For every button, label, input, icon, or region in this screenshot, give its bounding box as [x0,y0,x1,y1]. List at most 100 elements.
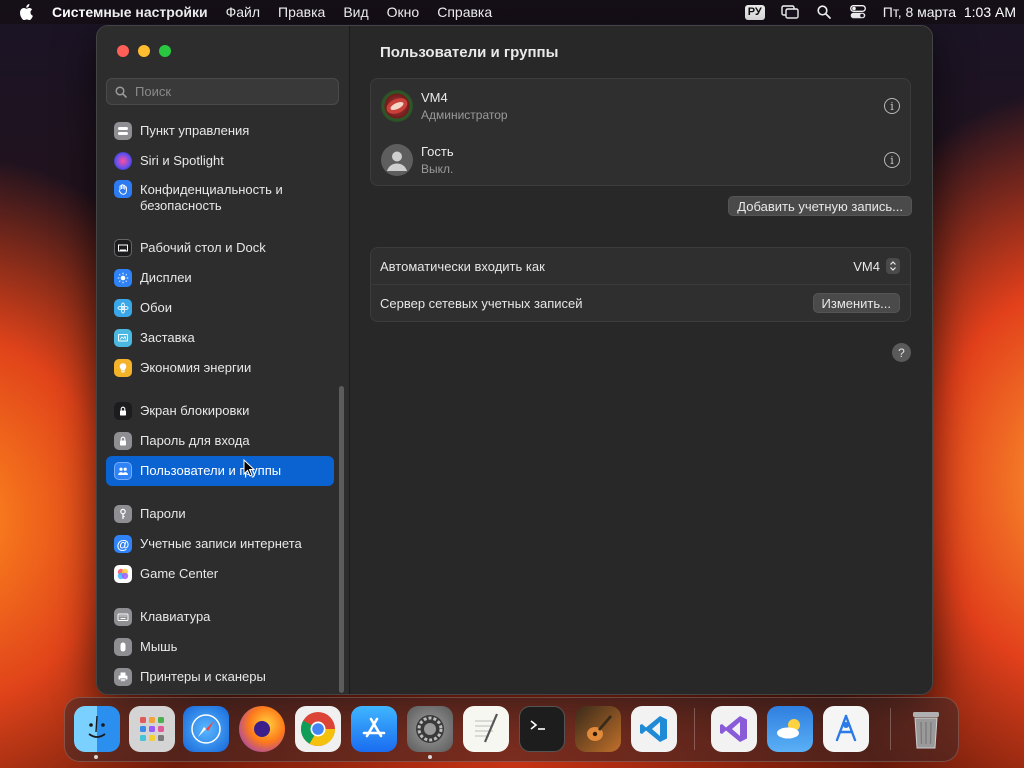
menu-file[interactable]: Файл [226,4,260,20]
system-settings-icon[interactable] [407,706,453,752]
menu-bar: Системные настройки Файл Правка Вид Окно… [0,0,1024,24]
control-center-icon [114,122,132,140]
lock-screen-icon [114,402,132,420]
sidebar-item-login-password[interactable]: Пароль для входа [106,426,334,456]
menu-view[interactable]: Вид [343,4,368,20]
menu-edit[interactable]: Правка [278,4,325,20]
menu-app-name[interactable]: Системные настройки [52,4,208,20]
sidebar-item-internet-accounts[interactable]: @ Учетные записи интернета [106,529,334,559]
sidebar-item-users-groups[interactable]: Пользователи и группы [106,456,334,486]
user-role: Выкл. [421,162,454,176]
info-icon[interactable]: i [884,98,900,114]
add-account-button[interactable]: Добавить учетную запись... [728,196,912,216]
printer-icon [114,668,132,686]
window-controls [117,45,171,57]
screensaver-icon [114,329,132,347]
sidebar-item-label: Мышь [140,639,178,654]
sidebar-item-label: Пароль для входа [140,433,250,448]
network-server-label: Сервер сетевых учетных записей [380,295,583,311]
help-button[interactable]: ? [892,343,911,362]
launchpad-icon[interactable] [129,706,175,752]
running-indicator [428,755,432,759]
avatar [381,90,413,122]
sidebar-item-printers[interactable]: Принтеры и сканеры [106,662,334,692]
dock [64,697,959,762]
firefox-icon[interactable] [239,706,285,752]
sidebar-item-control-center[interactable]: Пункт управления [106,116,334,146]
sidebar-item-mouse[interactable]: Мышь [106,632,334,662]
sidebar-item-wallpaper[interactable]: Обои [106,293,334,323]
sidebar-item-energy[interactable]: Экономия энергии [106,353,334,383]
app-store-icon[interactable] [351,706,397,752]
user-row-guest[interactable]: Гость Выкл. i [371,133,910,187]
sidebar-item-screensaver[interactable]: Заставка [106,323,334,353]
apple-menu-icon[interactable] [18,4,34,20]
sidebar-item-label: Game Center [140,566,219,581]
sidebar-item-siri[interactable]: Siri и Spotlight [106,146,334,176]
search-icon [115,85,127,98]
control-center-icon[interactable] [849,5,867,19]
trash-icon[interactable] [903,706,949,752]
sidebar-item-displays[interactable]: Дисплеи [106,263,334,293]
safari-icon[interactable] [183,706,229,752]
display-icon [114,269,132,287]
running-indicator [94,755,98,759]
sidebar-item-label: Заставка [140,330,195,345]
privacy-hand-icon [114,180,132,198]
sidebar-item-game-center[interactable]: Game Center [106,559,334,589]
input-source-badge[interactable]: РУ [744,4,765,20]
sidebar-item-privacy[interactable]: Конфиденциальность и безопасность [106,176,334,220]
sidebar-item-lock-screen[interactable]: Экран блокировки [106,396,334,426]
sidebar-item-label: Пароли [140,506,186,521]
screen-mirroring-icon[interactable] [781,5,799,19]
minimize-window-button[interactable] [138,45,150,57]
sidebar-item-label: Обои [140,300,173,315]
system-settings-window: Пункт управления Siri и Spotlight Конфид… [96,25,933,695]
sidebar-divider [106,589,334,602]
menubar-clock[interactable]: Пт, 8 марта 1:03 AM [883,4,1016,20]
sidebar-item-label: Принтеры и сканеры [140,669,266,684]
sidebar-scrollbar[interactable] [339,386,344,693]
menu-window[interactable]: Окно [387,4,420,20]
user-role: Администратор [421,108,508,122]
search-input[interactable] [133,83,327,100]
menu-help[interactable]: Справка [437,4,492,20]
sidebar-item-keyboard[interactable]: Клавиатура [106,602,334,632]
users-groups-icon [114,462,132,480]
garageband-icon[interactable] [575,706,621,752]
sidebar-item-label: Пункт управления [140,123,250,138]
page-title: Пользователи и группы [380,44,559,61]
sidebar-search[interactable] [106,78,339,105]
dock-separator [694,708,695,750]
vscode-icon[interactable] [631,706,677,752]
avatar [381,144,413,176]
sidebar-item-label: Пользователи и группы [140,463,282,478]
dock-separator [890,708,891,750]
visual-studio-icon[interactable] [711,706,757,752]
sidebar-item-label: Дисплеи [140,270,192,285]
sidebar-divider [106,383,334,396]
instruments-icon[interactable] [823,706,869,752]
close-window-button[interactable] [117,45,129,57]
desktop-dock-icon [114,239,132,257]
finder-icon[interactable] [74,706,120,752]
terminal-icon[interactable] [519,706,565,752]
mouse-icon [114,638,132,656]
sidebar-item-label: Учетные записи интернета [140,536,302,551]
sidebar-item-desktop-dock[interactable]: Рабочий стол и Dock [106,233,334,263]
siri-icon [114,152,132,170]
spotlight-search-icon[interactable] [815,5,833,19]
sidebar-item-passwords[interactable]: Пароли [106,499,334,529]
auto-login-popup[interactable]: VM4 [853,258,900,274]
edit-button[interactable]: Изменить... [812,293,900,313]
user-row-vm4[interactable]: VM4 Администратор i [371,79,910,133]
zoom-window-button[interactable] [159,45,171,57]
chrome-icon[interactable] [295,706,341,752]
login-settings: Автоматически входить как VM4 Сервер сет… [370,247,911,322]
weather-icon[interactable] [767,706,813,752]
textedit-icon[interactable] [463,706,509,752]
sidebar-divider [106,486,334,499]
info-icon[interactable]: i [884,152,900,168]
mouse-cursor-icon [243,458,256,482]
auto-login-row: Автоматически входить как VM4 [371,248,910,285]
